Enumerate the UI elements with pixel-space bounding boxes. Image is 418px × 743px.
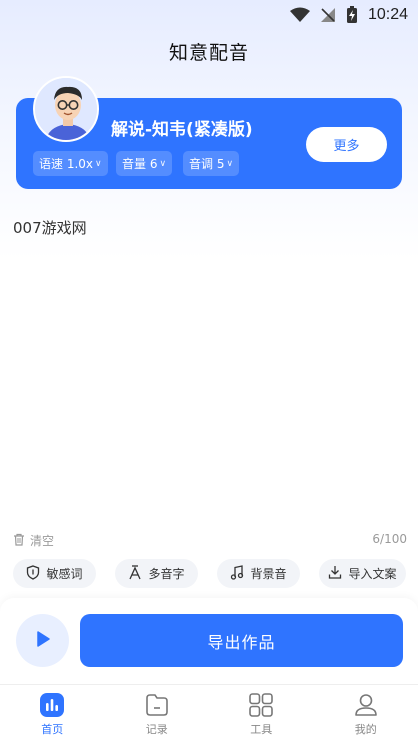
status-bar: 10:24 <box>0 0 418 30</box>
user-icon <box>353 692 379 718</box>
battery-charging-icon <box>346 6 358 24</box>
chevron-down-icon: ∨ <box>95 158 102 169</box>
chevron-down-icon: ∨ <box>159 158 167 169</box>
tab-records-label: 记录 <box>145 722 168 736</box>
shield-icon <box>26 564 40 583</box>
tab-tools[interactable]: 工具 <box>209 685 314 743</box>
tab-profile-label: 我的 <box>354 722 377 736</box>
volume-label: 音量 6 <box>122 157 158 171</box>
speed-label: 语速 1.0x <box>39 157 94 171</box>
tab-home-label: 首页 <box>41 722 64 736</box>
text-a-icon <box>128 564 142 583</box>
trash-icon <box>13 533 25 549</box>
import-text-label: 导入文案 <box>348 567 397 581</box>
music-note-icon <box>230 564 244 583</box>
speed-selector[interactable]: 语速 1.0x ∨ <box>33 151 108 176</box>
no-signal-icon <box>320 7 336 23</box>
sensitive-words-label: 敏感词 <box>46 567 83 581</box>
tab-records[interactable]: 记录 <box>105 685 210 743</box>
more-button[interactable]: 更多 <box>306 127 387 162</box>
polyphone-label: 多音字 <box>148 567 185 581</box>
polyphone-button[interactable]: 多音字 <box>115 559 198 588</box>
clear-label: 清空 <box>30 534 55 548</box>
pitch-label: 音调 5 <box>189 157 225 171</box>
char-count: 6/100 <box>372 532 407 546</box>
tab-profile[interactable]: 我的 <box>314 685 418 743</box>
export-button[interactable]: 导出作品 <box>80 614 403 667</box>
import-text-button[interactable]: 导入文案 <box>319 559 406 588</box>
clear-button[interactable]: 清空 <box>13 532 54 549</box>
voice-avatar[interactable] <box>33 76 99 142</box>
background-music-label: 背景音 <box>250 567 287 581</box>
wifi-icon <box>289 7 310 23</box>
bar-chart-icon <box>39 692 65 718</box>
status-time: 10:24 <box>367 6 408 23</box>
voice-name: 解说-知韦(紧凑版) <box>111 120 253 140</box>
script-text[interactable]: 007游戏网 <box>13 217 87 238</box>
background-music-button[interactable]: 背景音 <box>217 559 300 588</box>
chevron-down-icon: ∨ <box>226 158 234 169</box>
sensitive-words-button[interactable]: 敏感词 <box>13 559 96 588</box>
volume-selector[interactable]: 音量 6 ∨ <box>116 151 173 176</box>
import-icon <box>328 565 342 583</box>
pitch-selector[interactable]: 音调 5 ∨ <box>183 151 240 176</box>
play-icon <box>35 630 51 652</box>
folder-icon <box>144 692 170 718</box>
grid-icon <box>248 692 274 718</box>
tab-home[interactable]: 首页 <box>0 685 105 743</box>
play-button[interactable] <box>16 614 69 667</box>
page-title: 知意配音 <box>168 42 249 64</box>
tab-tools-label: 工具 <box>250 722 273 736</box>
bottom-tabbar: 首页 记录 工具 我的 <box>0 684 418 743</box>
